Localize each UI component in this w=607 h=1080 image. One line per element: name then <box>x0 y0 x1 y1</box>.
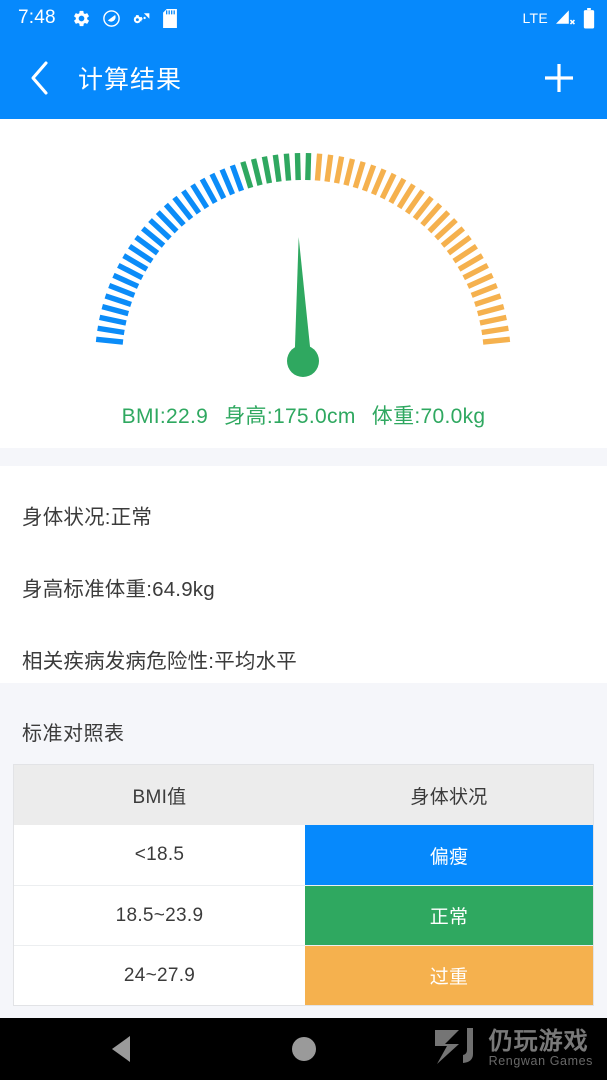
chevron-left-icon <box>31 60 48 95</box>
cell-bmi-range: <18.5 <box>134 844 185 865</box>
gauge-tick <box>250 158 263 186</box>
gauge-tick <box>95 336 124 345</box>
status-icons-right: LTE <box>522 7 595 29</box>
bmi-readout: BMI:22.9 身高:175.0cm 体重:70.0kg <box>0 400 607 430</box>
gauge-tick <box>343 158 356 186</box>
gauge-tick <box>294 152 301 181</box>
watermark: 仍玩游戏 Rengwan Games <box>433 1024 593 1068</box>
gauge-tick <box>112 272 140 289</box>
plus-icon <box>545 63 573 92</box>
gauge-needle <box>287 237 319 377</box>
watermark-cn: 仍玩游戏 <box>488 1027 589 1055</box>
add-record-button[interactable] <box>533 52 585 104</box>
do-not-disturb-icon <box>102 9 120 27</box>
gauge-tick <box>482 336 511 345</box>
cell-body-condition: 过重 <box>305 946 593 1005</box>
gauge-tick <box>479 314 507 326</box>
watermark-text: 仍玩游戏 Rengwan Games <box>489 1029 593 1068</box>
nav-home-icon[interactable] <box>292 1037 316 1061</box>
signal-no-service-icon <box>556 9 576 25</box>
app-bar: 计算结果 <box>0 36 607 119</box>
info-card: 身体状况:正常 身高标准体重:64.9kg 相关疾病发病危险性:平均水平 <box>0 466 607 683</box>
standard-weight-line: 身高标准体重:64.9kg <box>22 578 215 601</box>
page-title: 计算结果 <box>78 65 183 94</box>
readout-bmi: BMI:22.9 <box>121 405 209 428</box>
sd-card-icon <box>162 8 177 28</box>
gauge-tick <box>474 293 502 307</box>
gauge-tick <box>104 293 132 307</box>
cell-body-condition: 偏瘦 <box>305 825 593 885</box>
table-header-row: BMI值 身体状况 <box>14 765 593 825</box>
gauge-tick <box>370 168 387 196</box>
gear-wifi-icon <box>132 12 150 23</box>
table-title: 标准对照表 <box>22 723 125 745</box>
gauge-tick <box>219 168 236 196</box>
body-condition-line: 身体状况:正常 <box>22 506 153 529</box>
cell-bmi-range: 24~27.9 <box>123 964 196 986</box>
network-type-label: LTE <box>522 10 548 26</box>
gauge-svg <box>95 152 511 377</box>
gear-icon <box>73 10 89 26</box>
cell-bmi-range: 18.5~23.9 <box>115 904 204 926</box>
android-nav-bar: 仍玩游戏 Rengwan Games <box>0 1018 607 1080</box>
gauge-tick <box>240 161 254 189</box>
header-body-condition: 身体状况 <box>410 786 488 808</box>
gauge-tick <box>466 272 494 289</box>
gauge-tick <box>108 283 136 298</box>
gauge-tick <box>324 154 334 182</box>
gauge-tick <box>101 303 130 317</box>
table-row: 24~27.9 过重 <box>14 945 593 1005</box>
gauge-card: BMI:22.9 身高:175.0cm 体重:70.0kg <box>0 119 607 448</box>
watermark-en: Rengwan Games <box>488 1054 593 1068</box>
gauge-tick <box>314 153 323 181</box>
disease-risk-line: 相关疾病发病危险性:平均水平 <box>22 650 297 673</box>
gauge-tick <box>283 153 292 181</box>
gauge-tick <box>272 154 282 182</box>
cell-body-condition: 正常 <box>305 886 593 945</box>
status-clock: 7:48 <box>18 7 56 28</box>
status-icons-left <box>72 8 177 28</box>
gauge-tick <box>229 164 245 192</box>
readout-weight: 体重:70.0kg <box>371 405 486 428</box>
readout-height: 身高:175.0cm <box>224 405 356 428</box>
gauge-tick <box>261 156 273 184</box>
gauge-tick <box>305 152 312 181</box>
nav-back-icon[interactable] <box>112 1036 130 1062</box>
gauge-tick <box>476 303 505 317</box>
table-row: 18.5~23.9 正常 <box>14 885 593 945</box>
status-bar: 7:48 LTE <box>0 0 607 36</box>
table-row: <18.5 偏瘦 <box>14 825 593 885</box>
gauge-tick <box>352 161 366 189</box>
standard-table-section: 标准对照表 BMI值 身体状况 <18.5 偏瘦 18.5~23.9 正常 24~27.… <box>0 683 607 1018</box>
gauge-tick <box>470 283 498 298</box>
table-body: <18.5 偏瘦 18.5~23.9 正常 24~27.9 过重 <box>14 825 593 1005</box>
bmi-gauge <box>0 135 607 385</box>
gauge-tick <box>333 156 345 184</box>
bmi-standard-table: BMI值 身体状况 <18.5 偏瘦 18.5~23.9 正常 24~27.9 过重 <box>13 764 594 1006</box>
header-bmi-value: BMI值 <box>132 786 187 808</box>
battery-full-icon <box>583 7 595 29</box>
watermark-logo-icon <box>434 1028 473 1064</box>
gauge-tick <box>481 325 509 336</box>
gauge-tick <box>99 314 127 326</box>
back-button[interactable] <box>10 49 68 107</box>
gauge-tick <box>361 164 377 192</box>
phone-screen: 7:48 LTE 计算结果 BMI:22.9 身高:175.0cm 体重:70.… <box>0 0 607 1080</box>
section-divider <box>0 448 607 466</box>
gauge-tick <box>97 325 125 336</box>
